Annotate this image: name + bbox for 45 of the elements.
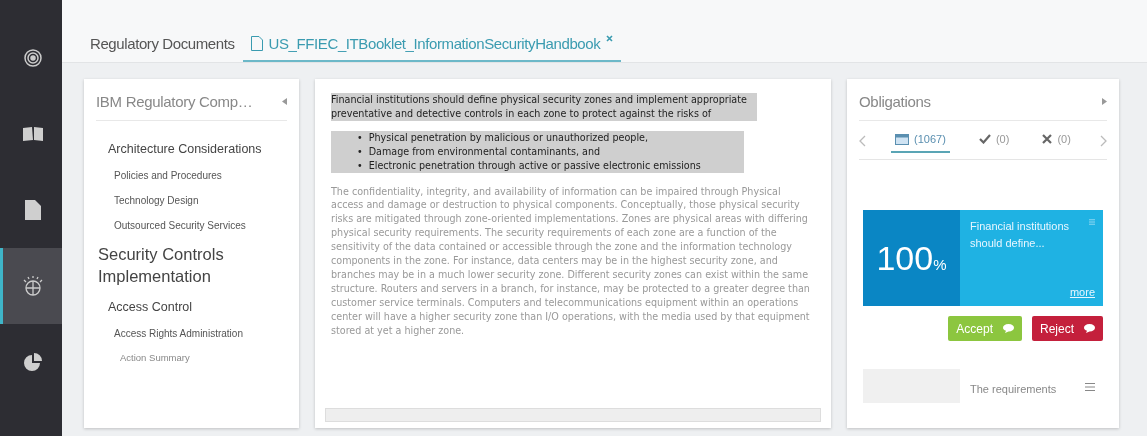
- reject-button[interactable]: Reject: [1032, 316, 1103, 341]
- cross-icon: [1042, 134, 1053, 144]
- score-value: 100%: [876, 238, 947, 278]
- filter-tab[interactable]: (1067): [891, 129, 950, 153]
- toc-item[interactable]: Outsourced Security Services: [98, 219, 285, 233]
- menu-icon[interactable]: [1085, 383, 1095, 391]
- globe-icon: [21, 275, 44, 297]
- pie-chart-icon: [23, 353, 42, 371]
- next-icon[interactable]: [1099, 135, 1107, 147]
- toc-item[interactable]: Policies and Procedures: [98, 169, 285, 183]
- previous-icon[interactable]: [859, 135, 866, 147]
- book-icon: [21, 126, 44, 142]
- comment-icon: [1084, 324, 1095, 333]
- list-icon: [895, 133, 910, 145]
- document-icon: [250, 36, 263, 51]
- close-icon[interactable]: [606, 35, 614, 42]
- collapse-icon[interactable]: [282, 98, 287, 105]
- toc-item[interactable]: Action Summary: [98, 352, 285, 365]
- toc-item[interactable]: Access Rights Administration: [98, 327, 285, 341]
- obligation-text: The requirements: [970, 383, 1057, 397]
- filter-tab[interactable]: (0): [974, 129, 1014, 153]
- tab[interactable]: Regulatory Documents: [82, 35, 243, 62]
- bullet-item: Electronic penetration through active or passive electronic emissions: [368, 158, 701, 173]
- toc-item[interactable]: Technology Design: [98, 194, 285, 208]
- bullet-item: Damage from environmental contaminants, and: [368, 144, 601, 159]
- expand-icon[interactable]: [1102, 98, 1107, 105]
- bullet-item: Physical penetration by malicious or unauthorized people,: [368, 130, 648, 145]
- comment-icon: [1003, 324, 1014, 333]
- toc-item[interactable]: Architecture Considerations: [98, 141, 285, 158]
- horizontal-scrollbar[interactable]: [325, 408, 821, 422]
- target-icon: [23, 49, 42, 67]
- panel-title: IBM Regulatory Comp…: [96, 93, 253, 110]
- tab[interactable]: US_FFIEC_ITBooklet_InformationSecurityHandbook: [242, 35, 622, 62]
- highlighted-paragraph: Financial institutions should define physical security zones and implement appropriate preventative and detective controls in each zone to protect against the risks of: [331, 93, 757, 121]
- bullet-marker: •: [357, 144, 363, 159]
- document-icon: [24, 200, 41, 220]
- bullet-marker: •: [357, 158, 363, 173]
- filter-tab[interactable]: (0): [1038, 129, 1075, 153]
- toc-item[interactable]: Security Controls Implementation: [98, 244, 285, 288]
- obligation-text: Financial institutions should define...: [970, 219, 1071, 251]
- bullet-marker: •: [357, 130, 363, 145]
- checkmark-icon: [978, 134, 991, 144]
- panel-title: Obligations: [859, 93, 931, 110]
- document-paragraph: The confidentiality, integrity, and availability of information can be impaired through Physical access and damage or destruction to physical components. Conceptually, those physical security risks are mitigated through zone-oriented implementations. Zones are physical areas with differing physical security requirements. The security requirements of each zone are a function of the sensitivity of the data contained or accessible through the zone and the information technology components in the zone. For instance, data centers may be in the highest security zone, and branches may be in a much lower security zone. Different security zones can exist within the same structure. Routers and servers in a branch, for instance, may be protected to a greater degree than customer service terminals. Computers and telecommunications equipment within an operations center will have a higher security zone than I/O operations, with the media used by that equipment stored at yet a higher zone.: [331, 184, 811, 338]
- toc-item[interactable]: Access Control: [98, 299, 285, 316]
